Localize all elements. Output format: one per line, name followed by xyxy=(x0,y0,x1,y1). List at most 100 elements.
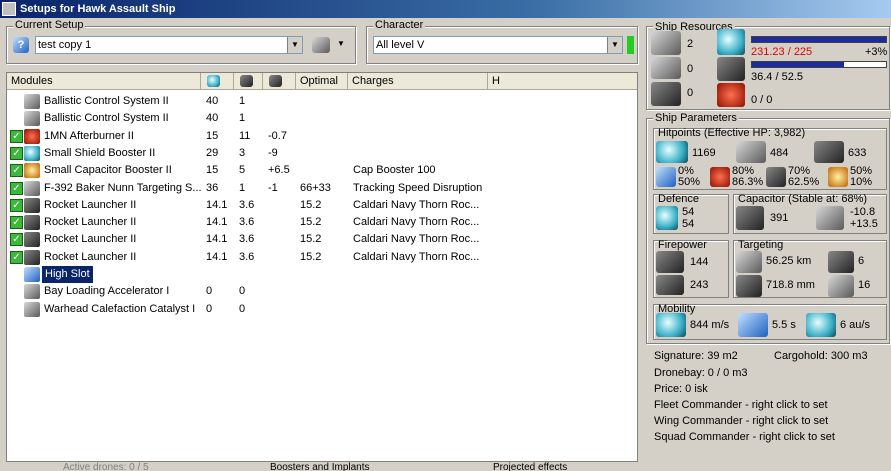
check-icon[interactable]: ✓ xyxy=(10,146,23,160)
defence-value-2: 54 xyxy=(682,218,695,230)
module-row[interactable]: ✓ Rocket Launcher II 14.1 3.6 15.2 Caldari Na… xyxy=(7,214,637,231)
setups-window: Setups for Hawk Assault Ship Current Set… xyxy=(0,0,891,471)
module-icon xyxy=(24,215,40,231)
module-power: 3.6 xyxy=(239,233,255,246)
module-row[interactable]: Warhead Calefaction Catalyst I 0 0 xyxy=(7,301,637,318)
module-row[interactable]: ✓ Rocket Launcher II 14.1 3.6 15.2 Caldari Na… xyxy=(7,197,637,214)
module-row[interactable]: ✓ Rocket Launcher II 14.1 3.6 15.2 Caldari Na… xyxy=(7,249,637,266)
module-name: Warhead Calefaction Catalyst I xyxy=(44,302,196,315)
header-cpu[interactable] xyxy=(201,73,234,90)
squad-commander[interactable]: Squad Commander - right click to set xyxy=(654,431,835,443)
volley-value: 243 xyxy=(690,279,709,291)
price: Price: 0 isk xyxy=(654,383,708,395)
turret-hardpoint-icon xyxy=(651,31,681,55)
capacitor-delta-1: -10.8 xyxy=(850,206,876,218)
calibration-icon xyxy=(717,83,745,107)
module-row[interactable]: Ballistic Control System II 40 1 xyxy=(7,93,637,110)
module-cap: -0.7 xyxy=(268,129,287,142)
fleet-commander[interactable]: Fleet Commander - right click to set xyxy=(654,399,828,411)
module-cpu: 29 xyxy=(206,146,219,159)
module-name: Bay Loading Accelerator I xyxy=(44,285,170,298)
module-name: Rocket Launcher II xyxy=(44,233,137,246)
help-icon[interactable]: ? xyxy=(13,37,29,53)
module-row[interactable]: ✓ 1MN Afterburner II 15 11 -0.7 xyxy=(7,128,637,145)
module-icon xyxy=(24,180,40,196)
module-charge: Caldari Navy Thorn Roc... xyxy=(353,198,480,211)
module-icon xyxy=(24,197,40,213)
cargohold: Cargohold: 300 m3 xyxy=(774,350,868,362)
check-icon[interactable]: ✓ xyxy=(10,181,23,195)
chevron-down-icon[interactable]: ▼ xyxy=(607,37,622,53)
check-icon[interactable]: ✓ xyxy=(10,164,23,178)
module-name: Small Shield Booster II xyxy=(44,146,156,159)
header-charges[interactable]: Charges xyxy=(348,73,488,90)
setup-select[interactable]: test copy 1 ▼ xyxy=(35,36,303,54)
module-optimal: 15.2 xyxy=(300,216,322,229)
kinetic-resist-icon xyxy=(766,167,786,187)
module-cpu: 36 xyxy=(206,181,219,194)
check-icon[interactable]: ✓ xyxy=(10,216,23,230)
sensor-strength-icon xyxy=(828,275,854,297)
module-name: Rocket Launcher II xyxy=(44,198,137,211)
module-cpu: 40 xyxy=(206,95,219,107)
module-power: 1 xyxy=(239,181,246,194)
module-row[interactable]: High Slot xyxy=(7,266,637,283)
module-charge: Tracking Speed Disruption xyxy=(353,181,483,194)
module-icon xyxy=(24,267,40,282)
check-icon[interactable]: ✓ xyxy=(10,233,23,247)
capacitor-value: 391 xyxy=(770,212,789,224)
defence-label: Defence xyxy=(658,193,699,205)
module-optimal: 15.2 xyxy=(300,250,322,263)
module-row[interactable]: ✓ Rocket Launcher II 14.1 3.6 15.2 Caldari Na… xyxy=(7,231,637,248)
module-name: F-392 Baker Nunn Targeting S... xyxy=(44,181,202,194)
wing-commander[interactable]: Wing Commander - right click to set xyxy=(654,415,828,427)
max-targets: 6 xyxy=(858,255,865,267)
module-row[interactable]: ✓ F-392 Baker Nunn Targeting S... 36 1 -1 66+… xyxy=(7,180,637,197)
scan-resolution: 718.8 mm xyxy=(766,279,815,291)
warp-icon xyxy=(806,313,836,337)
resist-4: 86.3% xyxy=(732,176,764,188)
header-optimal[interactable]: Optimal xyxy=(296,73,348,90)
check-icon[interactable]: ✓ xyxy=(10,250,23,264)
chevron-down-icon[interactable]: ▼ xyxy=(287,37,302,53)
check-icon[interactable]: ✓ xyxy=(10,129,23,143)
projected-tab[interactable]: Projected effects xyxy=(493,462,567,471)
setup-select-value: test copy 1 xyxy=(38,39,92,51)
module-row[interactable]: Bay Loading Accelerator I 0 0 xyxy=(7,283,637,300)
calibration-value: 0 / 0 xyxy=(751,94,773,106)
module-icon xyxy=(24,128,40,144)
modules-list[interactable]: Modules Optimal Charges H Ballistic Cont… xyxy=(6,72,638,462)
bottom-tabs: Active drones: 0 / 5 Boosters and Implan… xyxy=(6,462,638,471)
cpu-value: 231.23 / 225 xyxy=(751,46,813,58)
module-power: 3 xyxy=(239,146,246,159)
module-row[interactable]: Ballistic Control System II 40 1 xyxy=(7,110,637,127)
header-h[interactable]: H xyxy=(488,73,637,90)
module-row[interactable]: ✓ Small Capacitor Booster II 15 5 +6.5 Cap Bo… xyxy=(7,162,637,179)
shield-icon xyxy=(656,141,688,163)
menu-arrow-icon[interactable]: ▼ xyxy=(337,39,345,48)
active-drones-tab[interactable]: Active drones: 0 / 5 xyxy=(63,462,149,471)
module-charge: Caldari Navy Thorn Roc... xyxy=(353,216,480,229)
boosters-tab[interactable]: Boosters and Implants xyxy=(270,462,370,471)
header-modules[interactable]: Modules xyxy=(7,73,201,90)
module-row[interactable]: ✓ Small Shield Booster II 29 3 -9 xyxy=(7,145,637,162)
character-select[interactable]: All level V ▼ xyxy=(373,36,623,54)
check-icon[interactable]: ✓ xyxy=(10,198,23,212)
module-cpu: 14.1 xyxy=(206,216,228,229)
module-cap: +6.5 xyxy=(268,164,290,177)
header-power[interactable] xyxy=(234,73,263,90)
module-icon xyxy=(24,284,40,300)
explosive-resist-icon xyxy=(828,167,848,187)
module-icon xyxy=(24,301,40,317)
app-icon xyxy=(2,2,16,16)
thermal-resist-icon xyxy=(710,167,730,187)
header-capacitor[interactable] xyxy=(263,73,296,90)
module-cpu: 40 xyxy=(206,112,219,125)
dps-value: 144 xyxy=(690,256,709,268)
ship-menu-icon[interactable] xyxy=(312,37,330,53)
ship-parameters-label: Ship Parameters xyxy=(653,112,739,124)
character-label: Character xyxy=(373,19,426,31)
align-time: 5.5 s xyxy=(772,319,796,331)
ship-resources-group: Ship Resources 2 0 0 231.23 / 225 +3% 36… xyxy=(646,21,890,110)
power-bar-fill xyxy=(752,62,845,67)
